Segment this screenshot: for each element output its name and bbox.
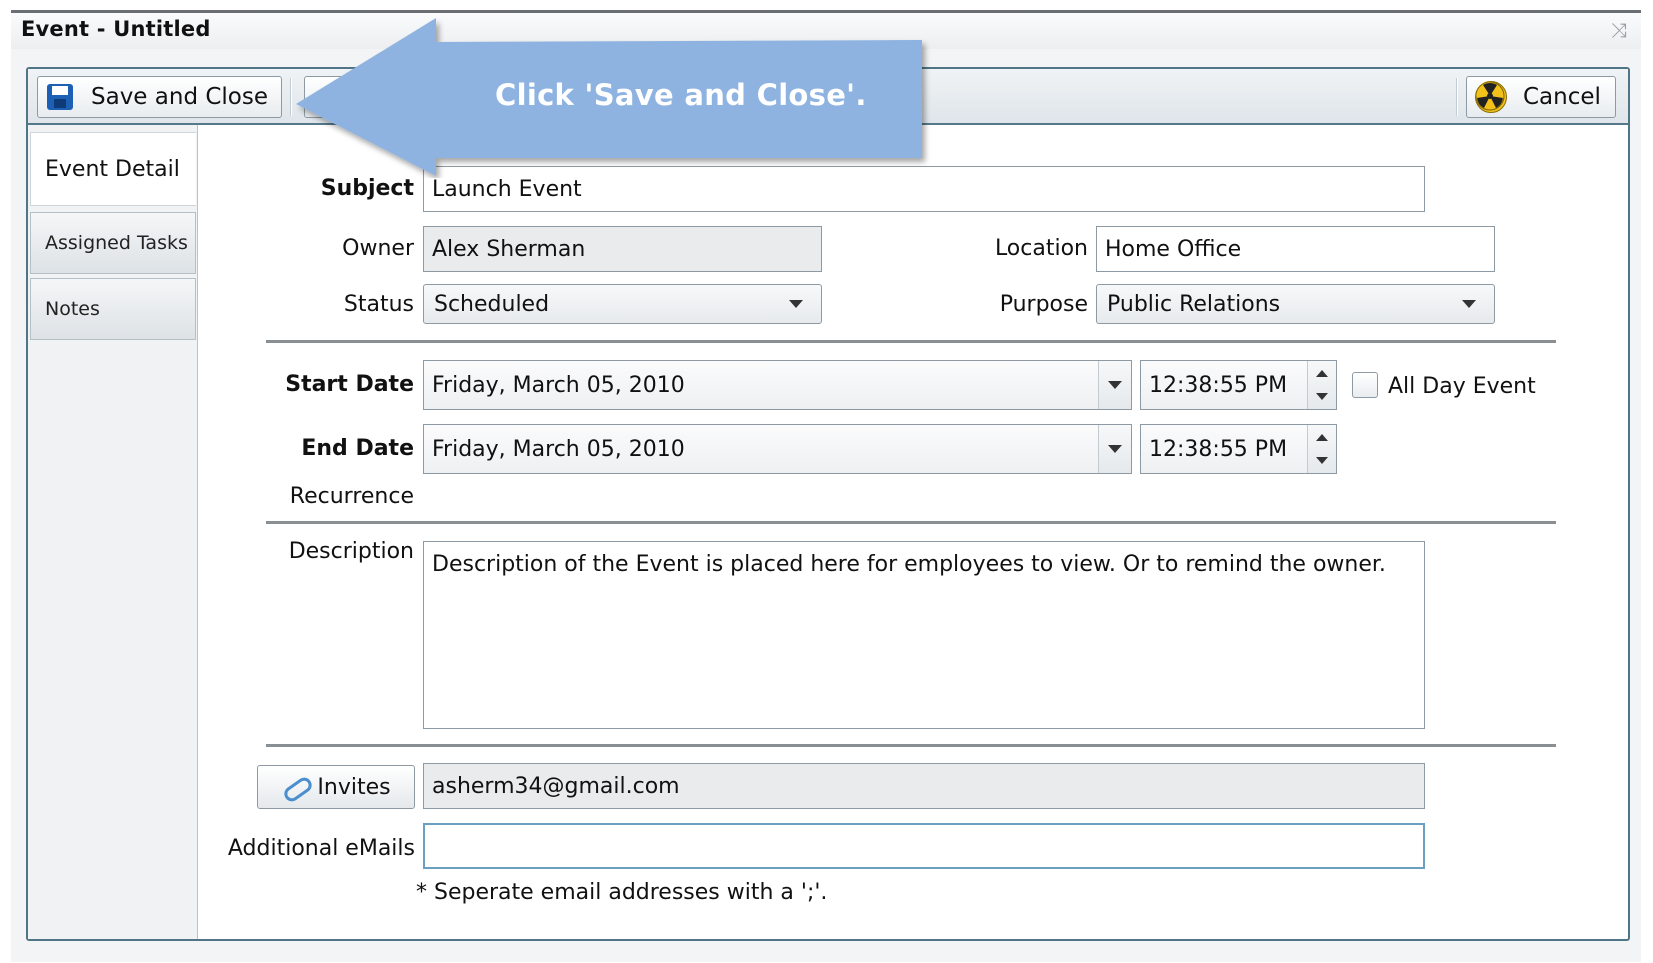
toolbar-separator [290, 78, 292, 116]
end-date-dropdown-button[interactable] [1098, 425, 1131, 473]
tab-notes[interactable]: Notes [30, 278, 196, 340]
additional-emails-label: Additional eMails [227, 836, 415, 861]
invites-button[interactable]: Invites [257, 765, 415, 809]
all-day-checkbox[interactable] [1352, 372, 1378, 398]
end-date-picker[interactable]: Friday, March 05, 2010 [423, 424, 1132, 474]
chevron-down-icon [1462, 300, 1476, 308]
purpose-dropdown[interactable]: Public Relations [1096, 284, 1495, 324]
purpose-value: Public Relations [1107, 291, 1281, 317]
save-and-close-button[interactable]: Save and Close [37, 76, 282, 118]
spin-up-icon [1316, 434, 1328, 441]
end-time-value: 12:38:55 PM [1149, 436, 1288, 462]
cancel-label: Cancel [1523, 84, 1601, 110]
additional-emails-input[interactable] [423, 823, 1425, 869]
start-date-dropdown-button[interactable] [1098, 361, 1131, 409]
toolbar-separator [1456, 78, 1458, 116]
description-textarea[interactable]: Description of the Event is placed here … [423, 541, 1425, 729]
spin-down-icon [1316, 393, 1328, 400]
status-dropdown[interactable]: Scheduled [423, 284, 822, 324]
window-title: Event - Untitled [21, 17, 211, 41]
tab-notes-label: Notes [45, 298, 100, 320]
chevron-down-icon [789, 300, 803, 308]
section-divider [266, 340, 1556, 343]
start-time-spinner[interactable] [1307, 361, 1336, 409]
chevron-down-icon [1108, 445, 1122, 453]
purpose-label: Purpose [999, 292, 1088, 317]
start-time-picker[interactable]: 12:38:55 PM [1140, 360, 1337, 410]
invites-field: asherm34@gmail.com [423, 763, 1425, 809]
end-date-label: End Date [301, 436, 414, 461]
location-input[interactable]: Home Office [1096, 226, 1495, 272]
save-and-close-label: Save and Close [91, 84, 269, 110]
invites-label: Invites [317, 774, 391, 800]
recurrence-label: Recurrence [289, 484, 414, 509]
start-date-value: Friday, March 05, 2010 [432, 372, 685, 398]
section-divider [266, 521, 1556, 524]
section-divider [266, 744, 1556, 747]
cancel-button[interactable]: Cancel [1466, 76, 1616, 118]
subject-label: Subject [320, 176, 414, 201]
description-label: Description [288, 539, 414, 564]
spin-down-icon [1316, 457, 1328, 464]
status-value: Scheduled [434, 291, 550, 317]
tab-event-detail[interactable]: Event Detail [30, 132, 196, 206]
paperclip-icon [281, 776, 309, 798]
tab-event-detail-label: Event Detail [45, 156, 180, 182]
email-separator-hint: * Seperate email addresses with a ';'. [416, 880, 828, 905]
start-date-picker[interactable]: Friday, March 05, 2010 [423, 360, 1132, 410]
tab-assigned-tasks[interactable]: Assigned Tasks [30, 212, 196, 274]
instruction-callout-text: Click 'Save and Close'. [495, 78, 867, 112]
all-day-label: All Day Event [1388, 374, 1536, 399]
spin-up-icon [1316, 370, 1328, 377]
floppy-disk-icon [47, 84, 73, 110]
tab-assigned-tasks-label: Assigned Tasks [45, 232, 188, 254]
start-time-value: 12:38:55 PM [1149, 372, 1288, 398]
end-time-picker[interactable]: 12:38:55 PM [1140, 424, 1337, 474]
end-date-value: Friday, March 05, 2010 [432, 436, 685, 462]
location-label: Location [994, 236, 1088, 261]
status-label: Status [343, 292, 414, 317]
radiation-hazard-icon [1475, 81, 1507, 113]
end-time-spinner[interactable] [1307, 425, 1336, 473]
owner-field: Alex Sherman [423, 226, 822, 272]
start-date-label: Start Date [285, 372, 414, 397]
owner-label: Owner [342, 236, 414, 261]
chevron-down-icon [1108, 381, 1122, 389]
window-close-icon[interactable]: ⤨ [1608, 19, 1630, 41]
